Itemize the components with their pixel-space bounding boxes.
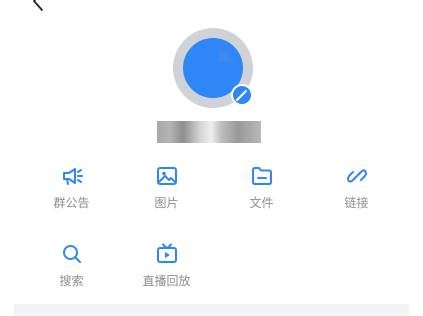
action-label: 搜索 xyxy=(59,274,84,288)
group-info-screen: 群公告 图片 文件 链接 搜索 直播回放 xyxy=(0,0,423,316)
edit-avatar-button[interactable] xyxy=(231,84,253,106)
pencil-icon xyxy=(236,90,247,101)
action-announcement[interactable]: 群公告 xyxy=(24,164,119,224)
action-search[interactable]: 搜索 xyxy=(24,242,119,302)
action-label: 直播回放 xyxy=(142,274,191,288)
group-name-redacted xyxy=(157,121,261,143)
link-icon xyxy=(346,169,367,183)
tv-play-icon xyxy=(156,243,177,263)
search-icon xyxy=(62,245,81,263)
action-live-replay[interactable]: 直播回放 xyxy=(119,242,214,302)
action-label: 群公告 xyxy=(53,196,90,210)
action-label: 图片 xyxy=(154,196,179,210)
megaphone-icon xyxy=(62,168,83,185)
action-images[interactable]: 图片 xyxy=(119,164,214,224)
action-label: 文件 xyxy=(249,196,274,210)
action-grid: 群公告 图片 文件 链接 搜索 直播回放 xyxy=(24,164,404,316)
section-divider xyxy=(14,304,409,316)
action-label: 链接 xyxy=(344,196,369,210)
action-links[interactable]: 链接 xyxy=(309,164,404,224)
chevron-left-icon xyxy=(33,0,43,11)
action-files[interactable]: 文件 xyxy=(214,164,309,224)
folder-icon xyxy=(251,167,272,185)
image-icon xyxy=(156,167,177,185)
action-row: 群公告 图片 文件 链接 xyxy=(24,164,404,242)
back-button[interactable] xyxy=(28,0,50,12)
